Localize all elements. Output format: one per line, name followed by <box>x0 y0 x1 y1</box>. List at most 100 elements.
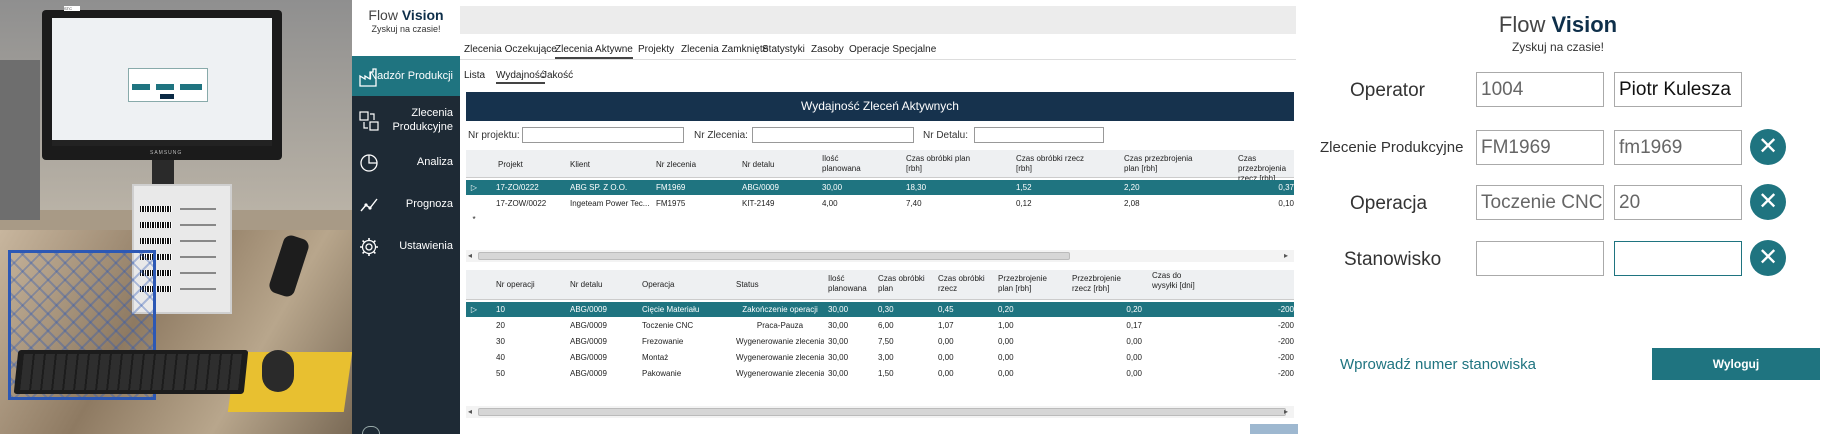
sidebar: Flow Vision Zyskuj na czasie! Nadzór Pro… <box>352 0 460 434</box>
order-filter-input[interactable] <box>752 127 914 143</box>
clear-order-button[interactable]: ✕ <box>1750 129 1786 165</box>
scroll-left-icon[interactable]: ◂ <box>468 250 472 262</box>
order-code-field[interactable]: FM1969 <box>1476 130 1604 165</box>
column-header[interactable]: Status <box>736 280 759 290</box>
order-filter-label: Nr Zlecenia: <box>694 130 748 141</box>
photo-monitor-brand: SAMSUNG <box>150 150 183 156</box>
subtab-wydajnosc[interactable]: Wydajność <box>496 70 545 84</box>
column-header[interactable]: Nr zlecenia <box>656 160 696 170</box>
table-cell: Pakowanie <box>642 369 682 378</box>
sidebar-item-zlecenia-produkcyjne[interactable]: Zlecenia Produkcyjne <box>352 100 460 140</box>
table-cell: 0,17 <box>1126 321 1142 330</box>
photo-screen-button <box>132 84 150 90</box>
orders-horizontal-scrollbar[interactable]: ◂ ▸ <box>466 250 1294 262</box>
table-cell: -200 <box>1277 353 1294 362</box>
detail-filter-label: Nr Detalu: <box>923 130 969 141</box>
tab-statystyki[interactable]: Statystyki <box>762 44 805 55</box>
flowvision-app-window: Flow Vision Zyskuj na czasie! Nadzór Pro… <box>352 0 1298 434</box>
operation-number-field[interactable]: 20 <box>1614 185 1742 220</box>
station-code-field[interactable] <box>1476 241 1604 276</box>
operator-code-field[interactable]: 1004 <box>1476 72 1604 107</box>
column-header[interactable]: Przezbrojenie plan [rbh] <box>998 274 1064 294</box>
tab-operacje-specjalne[interactable]: Operacje Specjalne <box>849 44 936 55</box>
tab-zlecenia-oczekujace[interactable]: Zlecenia Oczekujące <box>464 44 557 55</box>
column-header[interactable]: Ilość planowana <box>828 274 878 294</box>
scrollbar-thumb[interactable] <box>478 408 1286 416</box>
column-header[interactable]: Nr detalu <box>742 160 774 170</box>
column-header[interactable]: Przezbrojenie rzecz [rbh] <box>1072 274 1138 294</box>
table-cell: 1,52 <box>1016 183 1032 192</box>
scroll-right-icon[interactable]: ▸ <box>1284 406 1288 418</box>
column-header[interactable]: Nr detalu <box>570 280 602 290</box>
logout-button[interactable]: Wyloguj <box>1652 348 1820 380</box>
project-filter-input[interactable] <box>522 127 684 143</box>
table-cell: 0,30 <box>878 305 894 314</box>
orders-grid-header: Projekt Klient Nr zlecenia Nr detalu Ilo… <box>466 150 1294 183</box>
table-row[interactable]: ▷ 17-ZO/0222 ABG SP. Z O.O. FM1969 ABG/0… <box>466 180 1294 196</box>
operation-name-field[interactable]: Toczenie CNC <box>1476 185 1604 220</box>
column-header[interactable]: Czas obróbki plan <box>878 274 934 294</box>
tab-zasoby[interactable]: Zasoby <box>811 44 844 55</box>
station-label: Stanowisko <box>1344 249 1442 270</box>
app-logo: Flow Vision Zyskuj na czasie! <box>352 0 460 64</box>
sidebar-item-label: Nadzór Produkcji <box>369 70 453 82</box>
table-cell: 0,00 <box>998 353 1014 362</box>
table-cell: 30,00 <box>822 183 843 192</box>
table-row[interactable]: 30 ABG/0009 Frezowanie Wygenerowanie zlecen… <box>466 334 1294 350</box>
column-header[interactable]: Operacja <box>642 280 674 290</box>
subtab-lista[interactable]: Lista <box>464 70 485 81</box>
login-title-prefix: Flow <box>1498 12 1546 37</box>
operator-name-field[interactable]: Piotr Kulesza <box>1614 72 1742 107</box>
table-cell: 30,00 <box>828 353 849 362</box>
scrollbar-thumb[interactable] <box>478 252 1070 260</box>
tab-projekty[interactable]: Projekty <box>638 44 674 55</box>
station-value-field[interactable] <box>1614 241 1742 276</box>
table-cell: 10 <box>496 305 505 314</box>
station-hint-text: Wprowadź numer stanowiska <box>1340 356 1536 373</box>
photo-keyboard-keys <box>20 354 242 390</box>
table-row[interactable]: 17-ZOW/0022 Ingeteam Power Tec... FM1975… <box>466 196 1294 212</box>
column-header[interactable]: Ilość planowana <box>822 154 874 174</box>
sidebar-item-ustawienia[interactable]: Ustawienia <box>352 226 460 266</box>
table-row[interactable]: 50 ABG/0009 Pakowanie Wygenerowanie zleceni… <box>466 366 1294 382</box>
column-header[interactable]: Czas przezbrojenia plan [rbh] <box>1124 154 1204 174</box>
tab-zlecenia-zamkniete[interactable]: Zlecenia Zamknięte <box>681 44 768 55</box>
table-cell: 0,20 <box>1126 305 1142 314</box>
order-value-field[interactable]: fm1969 <box>1614 130 1742 165</box>
table-cell: Ingeteam Power Tec... <box>570 199 650 208</box>
table-cell: ABG/0009 <box>570 321 607 330</box>
column-header[interactable]: Czas obróbki plan [rbh] <box>906 154 976 174</box>
login-logo-title: Flow Vision <box>1438 12 1678 38</box>
clear-station-button[interactable]: ✕ <box>1750 240 1786 276</box>
subtab-jakosc[interactable]: Jakość <box>542 70 573 81</box>
photo-barcode-label <box>180 240 216 242</box>
table-cell: 0,00 <box>938 353 954 362</box>
sidebar-item-nadzor-produkcji[interactable]: Nadzór Produkcji <box>352 56 460 96</box>
table-cell: ABG/0009 <box>570 337 607 346</box>
table-cell: 17-ZO/0222 <box>496 183 539 192</box>
user-icon[interactable] <box>362 426 380 434</box>
sidebar-item-label: Ustawienia <box>399 240 453 252</box>
sidebar-item-analiza[interactable]: Analiza <box>352 142 460 182</box>
table-row[interactable]: 40 ABG/0009 Montaż Wygenerowanie zlecenia/.… <box>466 350 1294 366</box>
column-header[interactable]: Projekt <box>498 160 523 170</box>
table-cell: 6,00 <box>878 321 894 330</box>
column-header[interactable]: Czas obróbki rzecz <box>938 274 994 294</box>
scroll-right-icon[interactable]: ▸ <box>1284 250 1288 262</box>
column-header[interactable]: Nr operacji <box>496 280 535 290</box>
operations-horizontal-scrollbar[interactable]: ◂ ▸ <box>466 406 1294 418</box>
column-header[interactable]: Czas do wysyłki [dni] <box>1152 271 1196 291</box>
tab-zlecenia-aktywne[interactable]: Zlecenia Aktywne <box>555 44 633 59</box>
new-row[interactable]: * <box>466 212 1294 228</box>
table-cell: -200 <box>1277 305 1294 314</box>
clear-operation-button[interactable]: ✕ <box>1750 184 1786 220</box>
bottom-action-button[interactable] <box>1250 424 1298 434</box>
table-row[interactable]: ▷ 10 ABG/0009 Cięcie Materiału Zakończenie o… <box>466 302 1294 318</box>
column-header[interactable]: Klient <box>570 160 590 170</box>
sidebar-item-prognoza[interactable]: Prognoza <box>352 184 460 224</box>
table-row[interactable]: 20 ABG/0009 Toczenie CNC Praca-Pauza 30,00 6,… <box>466 318 1294 334</box>
column-header[interactable]: Czas obróbki rzecz [rbh] <box>1016 154 1086 174</box>
scroll-left-icon[interactable]: ◂ <box>468 406 472 418</box>
detail-filter-input[interactable] <box>974 127 1104 143</box>
close-icon: ✕ <box>1757 133 1779 160</box>
